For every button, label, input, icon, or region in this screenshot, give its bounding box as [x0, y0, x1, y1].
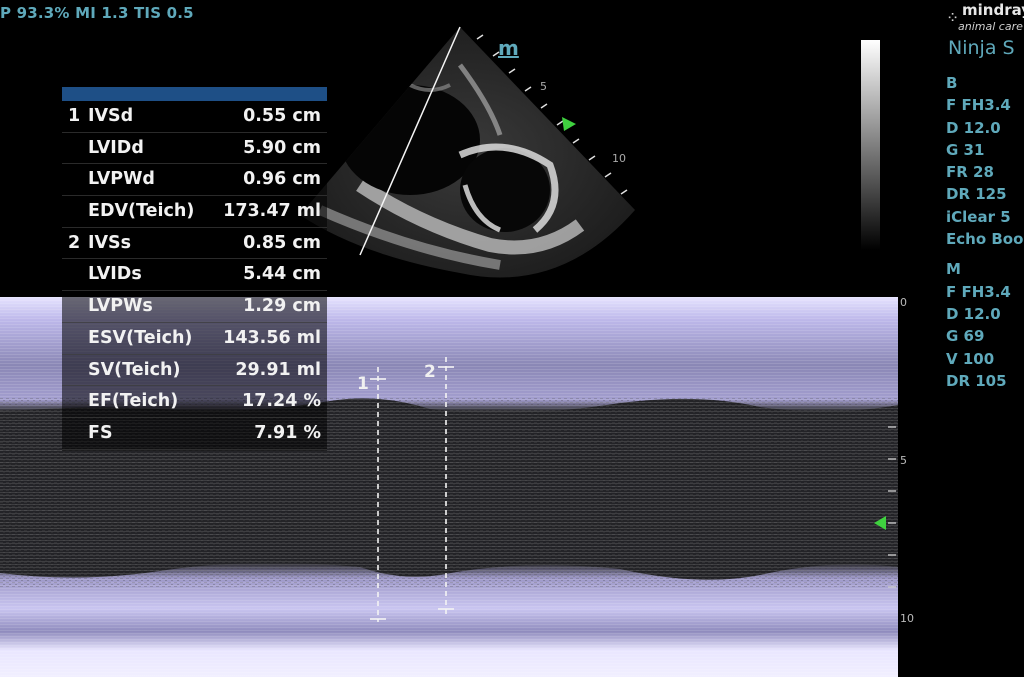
measurement-row: SV(Teich) 29.91 ml — [62, 355, 327, 387]
m-param: DR 105 — [946, 371, 1007, 390]
logo-dots-icon: ⁘ — [948, 11, 958, 24]
measurement-results-panel: 1 IVSd 0.55 cm LVIDd 5.90 cm LVPWd 0.96 … — [62, 87, 327, 451]
measurement-name: LVIDs — [88, 264, 142, 285]
logo-sub-text: animal care — [958, 20, 1023, 33]
depth-label-5: 5 — [900, 454, 907, 467]
measurement-name: EF(Teich) — [88, 391, 179, 412]
m-param: V 100 — [946, 349, 995, 368]
measurement-value: 173.47 ml — [223, 201, 321, 222]
measurement-row: LVPWs 1.29 cm — [62, 291, 327, 323]
measurement-value: 0.96 cm — [243, 169, 321, 190]
m-param: G 69 — [946, 327, 985, 346]
b-param: DR 125 — [946, 185, 1007, 204]
measurement-value: 17.24 % — [242, 391, 321, 412]
measurement-name: FS — [88, 422, 113, 443]
measurement-row: ESV(Teich) 143.56 ml — [62, 323, 327, 355]
measurement-row: FS 7.91 % — [62, 418, 327, 450]
measurement-value: 29.91 ml — [235, 359, 321, 380]
measurement-row: EDV(Teich) 173.47 ml — [62, 196, 327, 228]
b-param: Echo Boost — [946, 230, 1024, 249]
focus-marker-icon — [562, 117, 576, 131]
depth-label-0: 0 — [900, 296, 907, 309]
measurement-value: 5.44 cm — [243, 264, 321, 285]
acoustic-output-status: P 93.3% MI 1.3 TIS 0.5 — [0, 4, 194, 22]
caliper-label-2[interactable]: 2 — [424, 362, 436, 382]
depth-label-10: 10 — [900, 612, 914, 625]
measurement-row: LVIDs 5.44 cm — [62, 259, 327, 292]
b-param: iClear 5 — [946, 207, 1011, 226]
measurement-value: 1.29 cm — [243, 296, 321, 317]
measurement-group-index: 2 — [68, 232, 81, 253]
b-mode-sector-image — [300, 26, 635, 278]
measurement-value: 7.91 % — [254, 422, 321, 443]
m-mode-header: M — [946, 260, 961, 279]
measurement-value: 0.85 cm — [243, 232, 321, 253]
m-param: D 12.0 — [946, 304, 1001, 323]
measurement-row: LVPWd 0.96 cm — [62, 164, 327, 197]
measurement-row: LVIDd 5.90 cm — [62, 133, 327, 165]
measurement-name: ESV(Teich) — [88, 327, 193, 348]
measurement-row: 1 IVSd 0.55 cm — [62, 101, 327, 133]
m-mode-indicator: m — [498, 36, 519, 60]
logo-brand-text: mindray — [962, 3, 1024, 19]
measurement-name: SV(Teich) — [88, 359, 181, 380]
imaging-parameters-panel: B F FH3.4 D 12.0 G 31 FR 28 DR 125 iClea… — [946, 72, 1024, 392]
measurement-group-index: 1 — [68, 106, 81, 126]
measurement-name: EDV(Teich) — [88, 201, 195, 222]
measurement-row: 2 IVSs 0.85 cm — [62, 228, 327, 260]
measurement-row: EF(Teich) 17.24 % — [62, 386, 327, 418]
measurement-name: IVSd — [88, 106, 134, 126]
caliper-label-1[interactable]: 1 — [357, 374, 369, 394]
brand-logo: ⁘ mindray animal care — [948, 3, 1024, 37]
sector-depth-label: 5 — [540, 80, 547, 93]
measurement-value: 0.55 cm — [243, 106, 321, 126]
m-param: F FH3.4 — [946, 282, 1011, 301]
b-param: G 31 — [946, 140, 985, 159]
measurement-value: 5.90 cm — [243, 137, 321, 158]
measurement-name: LVPWd — [88, 169, 155, 190]
measurement-name: LVPWs — [88, 296, 153, 317]
grayscale-bar — [861, 40, 880, 250]
measurement-name: LVIDd — [88, 137, 144, 158]
measurement-name: IVSs — [88, 232, 132, 253]
b-param: D 12.0 — [946, 118, 1001, 137]
b-mode-header: B — [946, 74, 958, 92]
sector-depth-label: 10 — [612, 152, 626, 165]
system-title: Ninja S — [948, 37, 1015, 59]
b-param: FR 28 — [946, 163, 994, 182]
b-param: F FH3.4 — [946, 96, 1011, 115]
measurement-value: 143.56 ml — [223, 327, 321, 348]
